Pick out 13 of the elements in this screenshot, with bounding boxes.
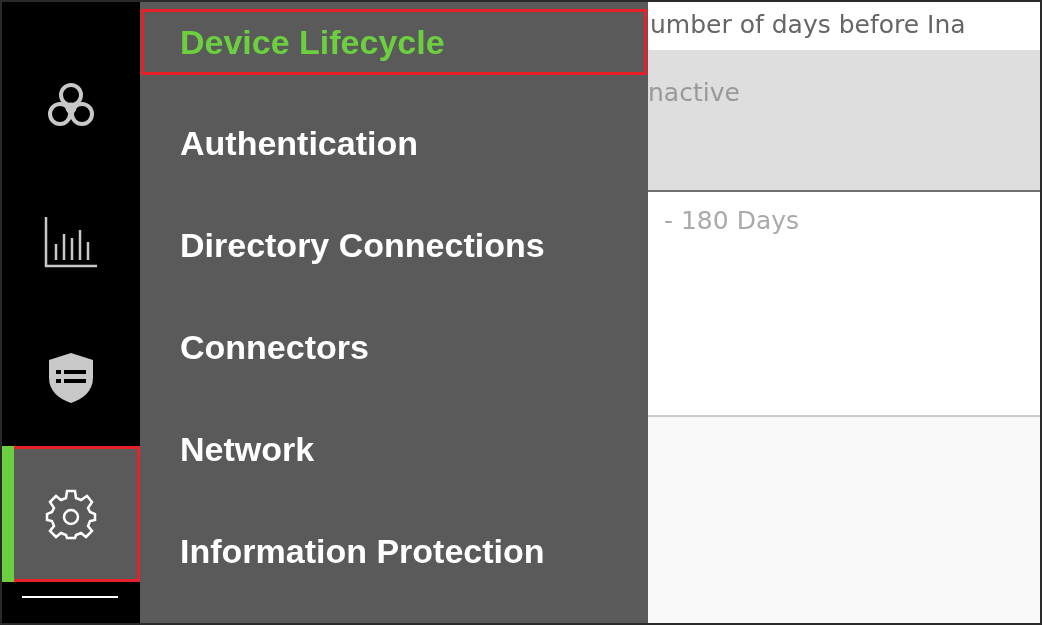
settings-icon <box>45 488 97 540</box>
table-cell: - 180 Days <box>664 206 800 235</box>
rail-item[interactable] <box>2 446 140 582</box>
bar-chart-icon <box>44 216 98 268</box>
menu-item[interactable]: Device Lifecycle <box>140 8 648 76</box>
menu-item[interactable]: Connectors <box>140 296 648 398</box>
shield-list-icon <box>47 352 95 404</box>
description-text: umber of days before Ina <box>649 9 967 41</box>
menu-item[interactable]: Directory Connections <box>140 194 648 296</box>
menu-item[interactable]: Network <box>140 398 648 500</box>
menu-item[interactable]: Information Protection <box>140 500 648 602</box>
column-header: nactive <box>648 78 740 107</box>
menu-item[interactable]: Authentication <box>140 92 648 194</box>
